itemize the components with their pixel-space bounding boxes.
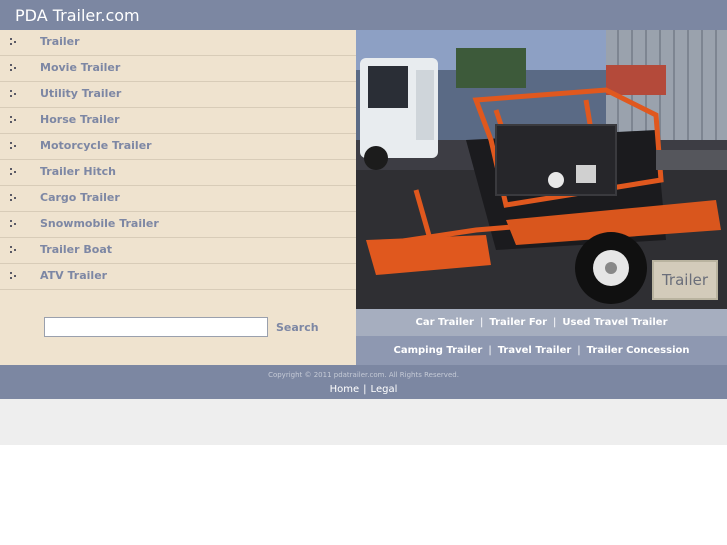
bullet-icon: [10, 246, 18, 256]
link-trailer-for[interactable]: Trailer For: [489, 317, 547, 328]
sidebar-item-label[interactable]: Motorcycle Trailer: [40, 139, 152, 152]
sidebar-item-label[interactable]: Trailer: [40, 35, 80, 48]
link-separator: |: [577, 345, 581, 356]
sidebar-item-label[interactable]: Utility Trailer: [40, 87, 121, 100]
sidebar-item-trailer[interactable]: Trailer: [0, 30, 356, 56]
footer-legal-link[interactable]: Legal: [371, 384, 398, 395]
bullet-icon: [10, 272, 18, 282]
sidebar-item-label[interactable]: Cargo Trailer: [40, 191, 120, 204]
footer-home-link[interactable]: Home: [330, 384, 360, 395]
link-separator: |: [553, 317, 557, 328]
bullet-icon: [10, 38, 18, 48]
trailer-badge[interactable]: Trailer: [652, 260, 718, 300]
links-bar-bottom: Camping Trailer | Travel Trailer | Trailer C…: [356, 336, 727, 365]
sidebar-item-label[interactable]: Snowmobile Trailer: [40, 217, 159, 230]
sidebar-item-cargo-trailer[interactable]: Cargo Trailer: [0, 186, 356, 212]
footer-links: Home | Legal: [0, 384, 727, 395]
link-travel-trailer[interactable]: Travel Trailer: [498, 345, 572, 356]
sidebar-item-label[interactable]: Trailer Hitch: [40, 165, 116, 178]
sidebar-item-trailer-boat[interactable]: Trailer Boat: [0, 238, 356, 264]
sidebar-item-atv-trailer[interactable]: ATV Trailer: [0, 264, 356, 290]
nav-list: Trailer Movie Trailer Utility Trailer Ho…: [0, 30, 356, 290]
link-separator: |: [488, 345, 492, 356]
link-trailer-concession[interactable]: Trailer Concession: [587, 345, 690, 356]
copyright-text: Copyright © 2011 pdatrailer.com. All Rig…: [268, 371, 459, 379]
sidebar-item-label[interactable]: Trailer Boat: [40, 243, 112, 256]
page-bottom-band: [0, 399, 727, 445]
sidebar-item-trailer-hitch[interactable]: Trailer Hitch: [0, 160, 356, 186]
bullet-icon: [10, 116, 18, 126]
search-input[interactable]: [44, 317, 268, 337]
link-camping-trailer[interactable]: Camping Trailer: [394, 345, 483, 356]
bullet-icon: [10, 220, 18, 230]
link-separator: |: [479, 317, 484, 328]
site-header: PDA Trailer.com: [0, 0, 727, 30]
sidebar-item-movie-trailer[interactable]: Movie Trailer: [0, 56, 356, 82]
sidebar-item-utility-trailer[interactable]: Utility Trailer: [0, 82, 356, 108]
bullet-icon: [10, 64, 18, 74]
sidebar-item-label[interactable]: ATV Trailer: [40, 269, 107, 282]
trailer-photo: Trailer: [356, 30, 727, 309]
sidebar-item-motorcycle-trailer[interactable]: Motorcycle Trailer: [0, 134, 356, 160]
link-used-travel-trailer[interactable]: Used Travel Trailer: [562, 317, 667, 328]
bullet-icon: [10, 168, 18, 178]
site-footer: Copyright © 2011 pdatrailer.com. All Rig…: [0, 365, 727, 399]
links-bar-top: Car Trailer | Trailer For | Used Travel Trai…: [356, 309, 727, 336]
site-title[interactable]: PDA Trailer.com: [15, 6, 140, 25]
sidebar-item-snowmobile-trailer[interactable]: Snowmobile Trailer: [0, 212, 356, 238]
sidebar-item-horse-trailer[interactable]: Horse Trailer: [0, 108, 356, 134]
bullet-icon: [10, 90, 18, 100]
bullet-icon: [10, 142, 18, 152]
sidebar: Trailer Movie Trailer Utility Trailer Ho…: [0, 30, 356, 365]
sidebar-item-label[interactable]: Movie Trailer: [40, 61, 120, 74]
link-car-trailer[interactable]: Car Trailer: [416, 317, 474, 328]
sidebar-item-label[interactable]: Horse Trailer: [40, 113, 120, 126]
bullet-icon: [10, 194, 18, 204]
footer-separator: |: [363, 384, 367, 395]
search-button[interactable]: Search: [276, 321, 319, 334]
